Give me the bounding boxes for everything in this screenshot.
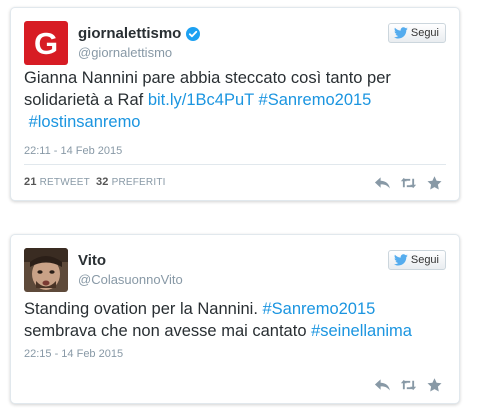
favorite-icon[interactable] [426,378,443,392]
tweet-text-plain: Standing ovation per la Nannini. [24,300,263,318]
follow-button[interactable]: Segui [387,23,446,43]
author-name[interactable]: Vito [78,252,106,269]
author-name[interactable]: giornalettismo [78,25,201,42]
tweet-text: Standing ovation per la Nannini. #Sanrem… [24,298,447,342]
author-name-text: giornalettismo [78,25,182,42]
follow-button-label: Segui [410,254,439,266]
tweet-link[interactable]: bit.ly/1Bc4PuT [148,91,254,109]
divider [24,164,446,165]
avatar-letter: G [33,25,59,61]
favorite-count: 32 [95,176,109,188]
reply-icon[interactable] [374,176,391,190]
hashtag-seinellanima[interactable]: #seinellanima [311,322,412,340]
author-name-text: Vito [78,252,107,269]
tweet-timestamp[interactable]: 22:15 - 14 Feb 2015 [24,348,123,360]
retweet-count-stat[interactable]: 21 RETWEET [24,176,90,188]
tweet-card-giornalettismo: G giornalettismo @giornalettismo Segui G… [10,7,460,201]
retweet-icon[interactable] [400,378,417,392]
tweet-actions [374,378,443,392]
retweet-count: 21 [24,176,37,188]
avatar[interactable] [24,248,68,292]
tweet-text-plain-2: sembrava che non avesse mai cantato [24,322,312,340]
avatar-photo [24,248,68,292]
reply-icon[interactable] [374,378,391,392]
hashtag-sanremo2015[interactable]: #Sanremo2015 [263,300,376,318]
tweet-timestamp[interactable]: 22:11 - 14 Feb 2015 [24,145,122,157]
author-handle[interactable]: @giornalettismo [78,45,172,60]
twitter-bird-icon [393,27,408,39]
hashtag-lostinsanremo[interactable]: #lostinsanremo [29,113,141,131]
follow-button[interactable]: Segui [387,250,446,270]
avatar[interactable]: G [24,21,68,65]
tweet-card-vito: Vito @ColasuonnoVito Segui Standing ovat… [10,234,460,404]
hashtag-sanremo2015[interactable]: #Sanremo2015 [259,91,372,109]
retweet-count-label: RETWEET [39,177,90,188]
verified-badge-icon [186,26,201,41]
favorite-icon[interactable] [426,176,443,190]
author-handle[interactable]: @ColasuonnoVito [78,272,183,287]
tweet-stats: 21 RETWEET 32 PREFERITI [24,176,166,188]
retweet-icon[interactable] [400,176,417,190]
favorite-count-stat[interactable]: 32 PREFERITI [95,176,166,188]
favorite-count-label: PREFERITI [111,177,166,188]
tweet-text: Gianna Nannini pare abbia steccato così … [24,67,447,133]
twitter-bird-icon [393,254,408,266]
follow-button-label: Segui [410,27,439,39]
tweet-actions [374,176,443,190]
